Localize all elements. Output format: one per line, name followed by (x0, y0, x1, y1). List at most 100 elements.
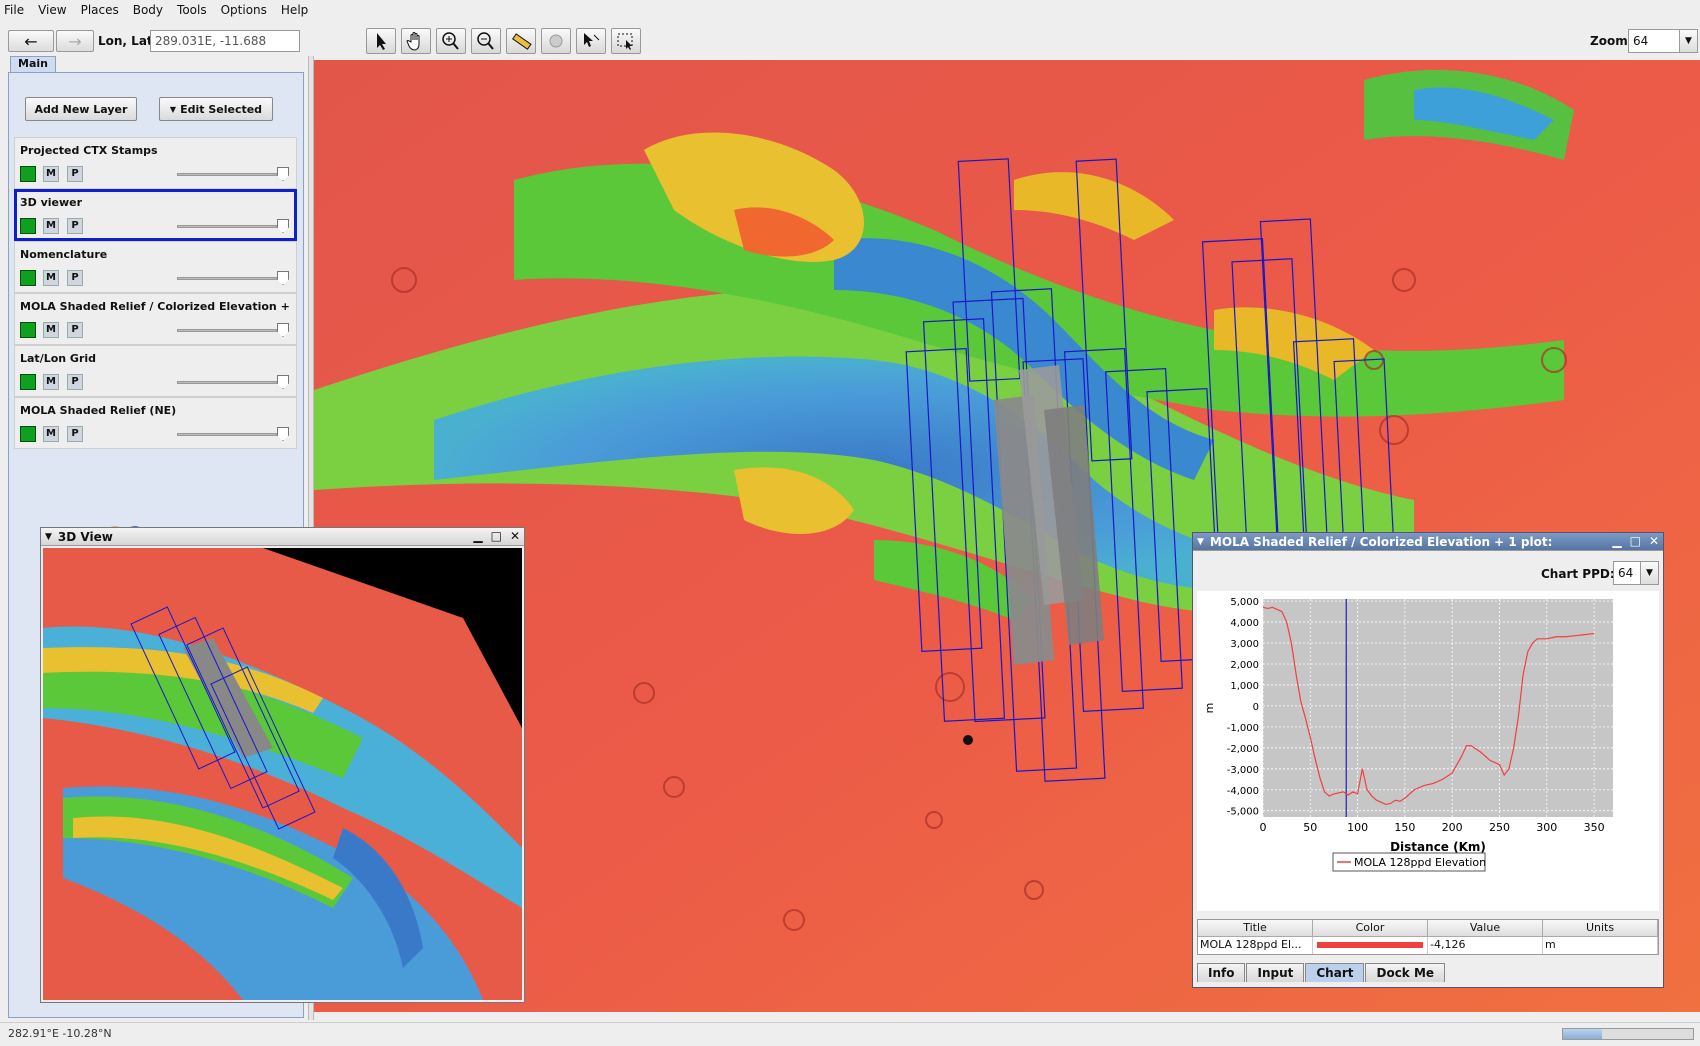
opacity-slider-handle[interactable] (277, 375, 289, 389)
column-header-title[interactable]: Title (1198, 920, 1313, 937)
y-tick-label: 5,000 (1230, 597, 1259, 608)
layer-visibility-checkbox[interactable] (20, 322, 36, 338)
layer-row[interactable]: Lat/Lon Grid M P (14, 345, 297, 397)
main-view-toggle[interactable]: M (43, 322, 59, 338)
main-view-toggle[interactable]: M (43, 426, 59, 442)
opacity-slider-handle[interactable] (277, 323, 289, 337)
zoom-out-button[interactable] (471, 28, 501, 54)
menu-view[interactable]: View (38, 3, 66, 17)
layer-name: MOLA Shaded Relief / Colorized Elevation… (20, 300, 290, 313)
window-menu-icon[interactable]: ▼ (45, 532, 52, 542)
ruler-icon (512, 33, 532, 50)
3d-terrain-view[interactable] (43, 548, 522, 1000)
main-view-toggle[interactable]: M (43, 374, 59, 390)
zoom-select[interactable]: 64 ▼ (1628, 29, 1698, 53)
layer-visibility-checkbox[interactable] (20, 166, 36, 182)
main-view-toggle[interactable]: M (43, 218, 59, 234)
panner-toggle[interactable]: P (67, 374, 83, 390)
3d-view-titlebar[interactable]: ▼ 3D View ▁ □ ✕ (41, 528, 524, 546)
menu-body[interactable]: Body (133, 3, 163, 17)
ruler-button[interactable] (506, 28, 536, 54)
panner-toggle[interactable]: P (67, 322, 83, 338)
window-menu-icon[interactable]: ▼ (1197, 537, 1204, 547)
chart-window-titlebar[interactable]: ▼ MOLA Shaded Relief / Colorized Elevati… (1193, 533, 1663, 551)
chevron-down-icon[interactable]: ▼ (1640, 562, 1658, 584)
layer-visibility-checkbox[interactable] (20, 218, 36, 234)
menu-file[interactable]: File (4, 3, 24, 17)
box-select-button[interactable] (611, 28, 641, 54)
edit-selected-button[interactable]: ▼ Edit Selected (159, 97, 273, 121)
forward-button[interactable]: → (56, 30, 94, 52)
tab-info[interactable]: Info (1197, 963, 1246, 982)
chevron-down-icon[interactable]: ▼ (1679, 30, 1697, 52)
opacity-slider[interactable] (177, 433, 277, 436)
column-header-units[interactable]: Units (1543, 920, 1658, 937)
lonlat-input[interactable]: 289.031E, -11.688 (150, 30, 300, 52)
dropdown-arrow-icon: ▼ (169, 104, 177, 114)
tab-input[interactable]: Input (1246, 963, 1305, 982)
elevation-chart[interactable]: 5,000 4,000 3,000 2,000 1,000 0 -1,000 -2,000 -3… (1197, 591, 1659, 911)
hand-icon (406, 32, 420, 51)
3d-view-window[interactable]: ▼ 3D View ▁ □ ✕ (40, 527, 525, 1003)
back-arrow-icon: ← (24, 31, 38, 51)
menu-help[interactable]: Help (281, 3, 308, 17)
menu-options[interactable]: Options (221, 3, 267, 17)
cell-units: m (1543, 937, 1658, 954)
layer-row-selected[interactable]: 3D viewer M P (14, 189, 297, 241)
opacity-slider-handle[interactable] (277, 167, 289, 181)
main-view-toggle[interactable]: M (43, 270, 59, 286)
tab-main[interactable]: Main (10, 56, 56, 72)
investigate-button[interactable] (541, 28, 571, 54)
panner-toggle[interactable]: P (67, 166, 83, 182)
opacity-slider[interactable] (177, 173, 277, 176)
tab-dock-me[interactable]: Dock Me (1365, 963, 1446, 982)
x-axis-label: Distance (Km) (1390, 840, 1486, 854)
select-tool-button[interactable] (366, 28, 396, 54)
close-icon[interactable]: ✕ (1649, 534, 1659, 548)
back-button[interactable]: ← (8, 30, 54, 52)
layer-row[interactable]: MOLA Shaded Relief / Colorized Elevation… (14, 293, 297, 345)
panner-toggle[interactable]: P (67, 218, 83, 234)
maximize-icon[interactable]: □ (1630, 534, 1641, 548)
panner-toggle[interactable]: P (67, 270, 83, 286)
layer-row[interactable]: MOLA Shaded Relief (NE) M P (14, 397, 297, 449)
panner-toggle[interactable]: P (67, 426, 83, 442)
chart-ppd-value: 64 (1618, 566, 1634, 580)
opacity-slider[interactable] (177, 329, 277, 332)
minimize-icon[interactable]: ▁ (1612, 534, 1621, 548)
minimize-icon[interactable]: ▁ (473, 529, 482, 543)
main-view-toggle[interactable]: M (43, 166, 59, 182)
chart-ppd-select[interactable]: 64 ▼ (1613, 561, 1659, 585)
chart-window[interactable]: ▼ MOLA Shaded Relief / Colorized Elevati… (1192, 532, 1664, 988)
plot-table[interactable]: Title Color Value Units MOLA 128ppd El..… (1197, 919, 1659, 955)
opacity-slider[interactable] (177, 277, 277, 280)
zoom-in-button[interactable] (436, 28, 466, 54)
menu-tools[interactable]: Tools (177, 3, 207, 17)
cell-color[interactable] (1313, 937, 1428, 954)
pan-tool-button[interactable] (401, 28, 431, 54)
y-tick-label: 0 (1253, 702, 1259, 713)
opacity-slider[interactable] (177, 225, 277, 228)
shape-select-button[interactable] (576, 28, 606, 54)
layer-row[interactable]: Nomenclature M P (14, 241, 297, 293)
layer-visibility-checkbox[interactable] (20, 426, 36, 442)
table-row[interactable]: MOLA 128ppd El... -4,126 m (1198, 937, 1658, 954)
add-new-layer-button[interactable]: Add New Layer (25, 97, 137, 121)
layer-row[interactable]: Projected CTX Stamps M P (14, 137, 297, 189)
menu-places[interactable]: Places (81, 3, 119, 17)
opacity-slider-handle[interactable] (277, 271, 289, 285)
tab-chart[interactable]: Chart (1305, 963, 1365, 982)
zoom-out-icon (477, 32, 494, 50)
opacity-slider[interactable] (177, 381, 277, 384)
column-header-value[interactable]: Value (1428, 920, 1543, 937)
layer-visibility-checkbox[interactable] (20, 374, 36, 390)
maximize-icon[interactable]: □ (491, 529, 502, 543)
zoom-label: Zoom: (1590, 34, 1633, 48)
close-icon[interactable]: ✕ (510, 529, 520, 543)
layer-visibility-checkbox[interactable] (20, 270, 36, 286)
column-header-color[interactable]: Color (1313, 920, 1428, 937)
opacity-slider-handle[interactable] (277, 427, 289, 441)
opacity-slider-handle[interactable] (277, 219, 289, 233)
cell-value: -4,126 (1428, 937, 1543, 954)
y-tick-label: -5,000 (1227, 807, 1259, 818)
